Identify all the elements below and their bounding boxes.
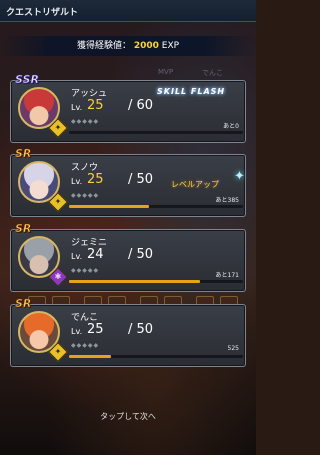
element-badge-icon: ✦ [48, 342, 68, 362]
level-max: / 50 [128, 247, 154, 262]
exp-remaining: あと0 [223, 123, 239, 130]
exp-remaining: あと385 [215, 197, 239, 204]
level-value: 25 [87, 172, 104, 187]
rarity-badge: SR [15, 222, 32, 236]
character-card-snow[interactable]: SR ✦ スノウ Lv. 25 / 50 レベルアップ ✦ ◆◆◆◆◆ あと38… [10, 147, 246, 217]
element-glyph-icon: ✦ [54, 197, 62, 206]
exp-progress-bar [69, 355, 243, 358]
element-glyph-icon: ✦ [54, 347, 62, 356]
sparkle-icon: ✦ [234, 169, 245, 184]
background-dim-overlay [0, 0, 256, 455]
rank-stars: ◆◆◆◆◆ [71, 192, 100, 199]
level-label: Lv. [71, 327, 83, 336]
exp-gained-value: 2000 [133, 41, 159, 51]
rank-stars: ◆◆◆◆◆ [71, 342, 100, 349]
element-badge-icon: ✱ [48, 267, 68, 287]
element-glyph-icon: ✱ [54, 272, 62, 281]
level-value: 25 [87, 322, 104, 337]
level-max: / 60 [128, 98, 154, 113]
character-card-ash[interactable]: SSR ✦ アッシュ SKILL FLASH Lv. 25 / 60 ◆◆◆◆◆… [10, 73, 246, 143]
exp-gained-banner: 獲得経験値： 2000 EXP [0, 36, 256, 56]
level-label: Lv. [71, 177, 83, 186]
character-card-gemini[interactable]: SR ✱ ジェミニ Lv. 24 / 50 ◆◆◆◆◆ あと171 [10, 222, 246, 292]
level-label: Lv. [71, 103, 83, 112]
rarity-badge: SSR [15, 73, 40, 87]
element-glyph-icon: ✦ [54, 123, 62, 132]
exp-progress-bar [69, 280, 243, 283]
exp-remaining: 525 [227, 345, 239, 352]
skill-flash-effect: SKILL FLASH [157, 87, 226, 96]
level-value: 24 [87, 247, 104, 262]
exp-progress-bar [69, 205, 243, 208]
exp-progress-fill [69, 205, 150, 208]
level-label: Lv. [71, 252, 83, 261]
level-value: 25 [87, 98, 104, 113]
rarity-badge: SR [15, 297, 32, 311]
exp-progress-bar [69, 131, 243, 134]
result-header: クエストリザルト [0, 0, 256, 22]
page-title: クエストリザルト [6, 8, 79, 18]
level-max: / 50 [128, 322, 154, 337]
level-up-label: レベルアップ [171, 180, 219, 189]
element-badge-icon: ✦ [48, 118, 68, 138]
level-max: / 50 [128, 172, 154, 187]
exp-gained-label: 獲得経験値： [76, 41, 131, 51]
exp-remaining: あと171 [215, 272, 239, 279]
exp-unit: EXP [161, 41, 180, 51]
tap-to-continue-prompt[interactable]: タップして次へ [0, 411, 256, 422]
rarity-badge: SR [15, 147, 32, 161]
element-badge-icon: ✦ [48, 192, 68, 212]
rank-stars: ◆◆◆◆◆ [71, 118, 100, 125]
character-card-denko[interactable]: SR ✦ でんこ Lv. 25 / 50 ◆◆◆◆◆ 525 [10, 297, 246, 367]
exp-progress-fill [69, 280, 200, 283]
rank-stars: ◆◆◆◆◆ [71, 267, 100, 274]
exp-progress-fill [69, 355, 111, 358]
